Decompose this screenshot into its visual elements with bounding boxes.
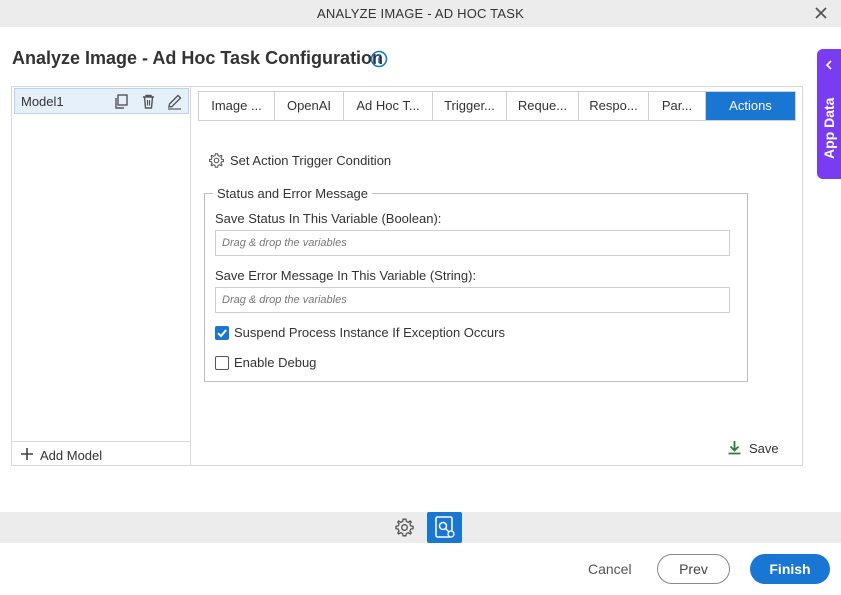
tab-parameters[interactable]: Par... [649, 92, 706, 120]
settings-gear-icon[interactable] [394, 517, 415, 538]
gear-icon [209, 153, 224, 168]
group-title: Status and Error Message [217, 186, 369, 201]
image-search-icon [435, 516, 455, 538]
analyze-image-button[interactable] [427, 512, 462, 543]
tab-bar: Image ... OpenAI Ad Hoc T... Trigger... … [198, 91, 796, 121]
tab-response[interactable]: Respo... [579, 92, 649, 120]
tab-request[interactable]: Reque... [507, 92, 579, 120]
app-data-label: App Data [821, 97, 837, 159]
edit-icon[interactable] [166, 93, 183, 110]
window-title: ANALYZE IMAGE - AD HOC TASK [317, 6, 524, 21]
tab-openai[interactable]: OpenAI [275, 92, 344, 120]
error-variable-field[interactable] [215, 287, 730, 313]
add-model-label: Add Model [40, 448, 103, 463]
model-name: Model1 [21, 94, 64, 109]
delete-icon[interactable] [140, 93, 157, 110]
save-label: Save [749, 441, 779, 456]
app-data-panel-toggle[interactable]: App Data [817, 49, 841, 179]
page-title: Analyze Image - Ad Hoc Task Configuratio… [12, 48, 384, 68]
tab-image[interactable]: Image ... [199, 92, 275, 120]
close-icon[interactable] [811, 3, 831, 23]
checkbox-unchecked-icon[interactable] [215, 356, 229, 370]
bottom-toolbar [0, 512, 841, 543]
cancel-button[interactable]: Cancel [588, 561, 632, 577]
duplicate-icon[interactable] [113, 93, 130, 110]
plus-icon [21, 448, 33, 460]
title-bar: ANALYZE IMAGE - AD HOC TASK [0, 0, 841, 27]
status-variable-label: Save Status In This Variable (Boolean): [215, 211, 442, 226]
error-variable-label: Save Error Message In This Variable (Str… [215, 268, 477, 283]
models-list: Model1 Add Model [12, 86, 191, 466]
prev-button[interactable]: Prev [657, 554, 730, 584]
download-icon [728, 441, 741, 455]
tab-trigger[interactable]: Trigger... [433, 92, 507, 120]
add-model-button[interactable]: Add Model [12, 441, 191, 466]
chevron-left-icon [825, 60, 832, 70]
model-item[interactable]: Model1 [14, 88, 189, 114]
trigger-condition-label: Set Action Trigger Condition [230, 153, 392, 168]
info-icon[interactable] [370, 50, 388, 68]
checkbox-checked-icon[interactable] [215, 326, 229, 340]
status-variable-field[interactable] [215, 230, 730, 256]
enable-debug-label: Enable Debug [234, 355, 317, 370]
suspend-process-label: Suspend Process Instance If Exception Oc… [234, 325, 505, 340]
finish-button[interactable]: Finish [750, 554, 830, 584]
tab-actions[interactable]: Actions [706, 92, 795, 120]
tab-ad-hoc-task[interactable]: Ad Hoc T... [344, 92, 433, 120]
